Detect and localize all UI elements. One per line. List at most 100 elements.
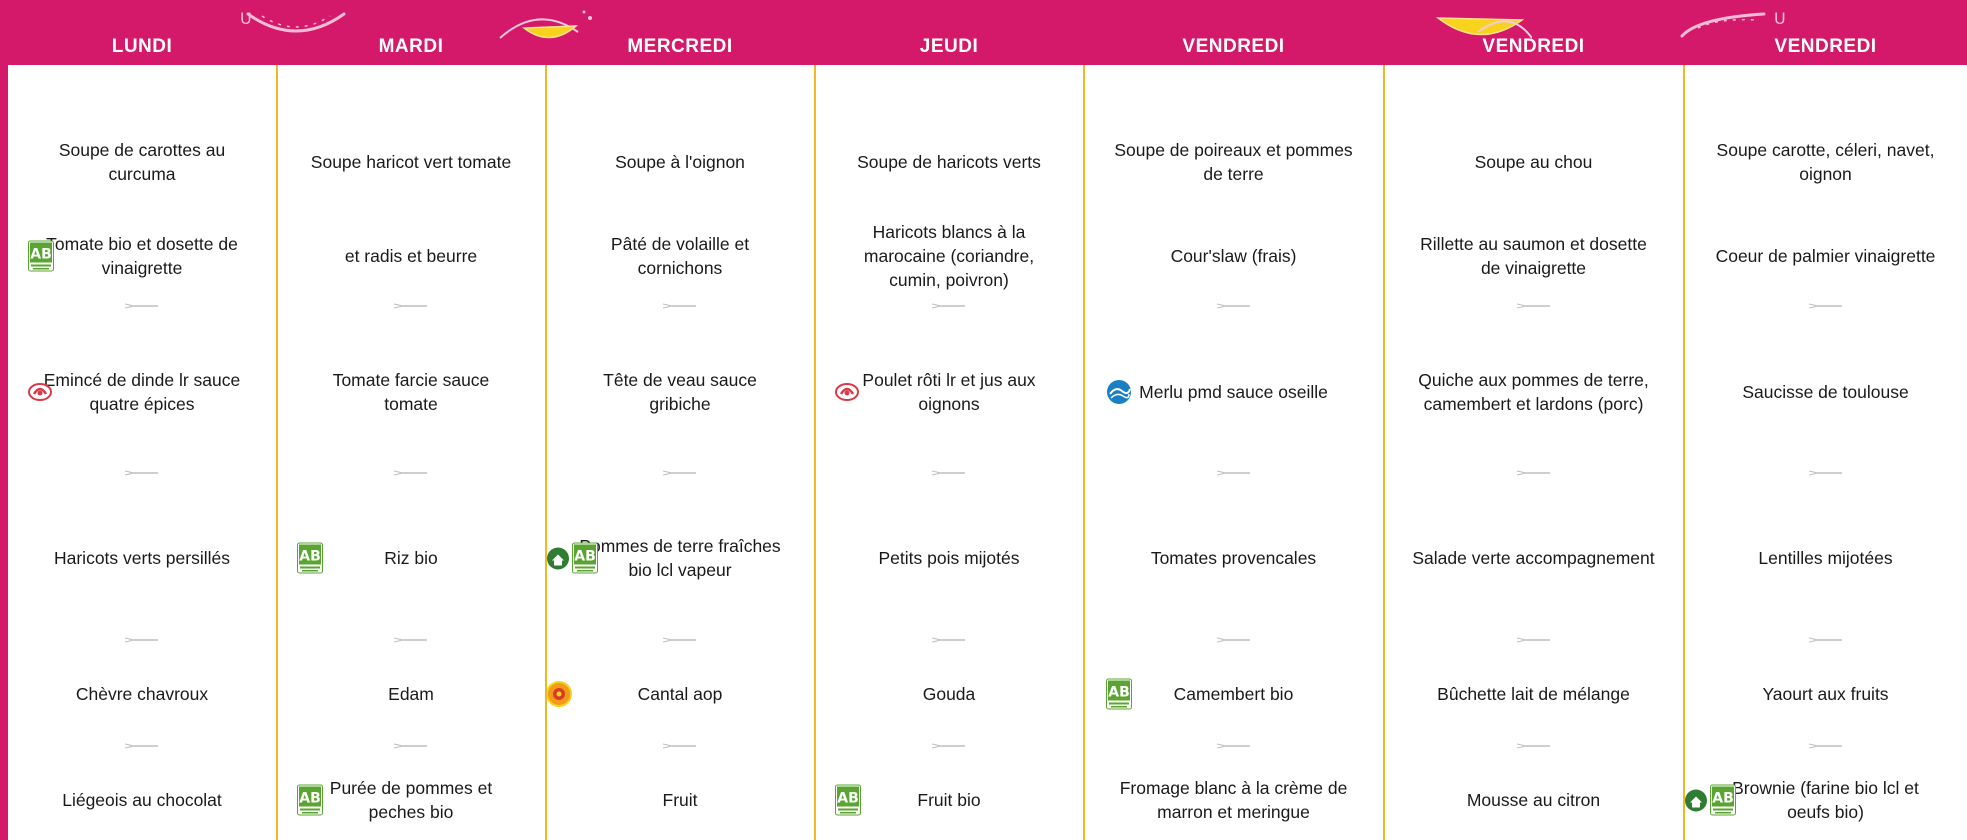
dish-item: Merlu pmd sauce oseille bbox=[1084, 352, 1383, 432]
dish-label: Soupe à l'oignon bbox=[615, 152, 745, 172]
dish-item: Soupe carotte, céleri, navet, oignon bbox=[1684, 122, 1967, 202]
dish-label: Pâté de volaille et cornichons bbox=[610, 234, 750, 278]
dish-item: Yaourt aux fruits bbox=[1684, 654, 1967, 734]
dish-item: Chèvre chavroux bbox=[8, 654, 276, 734]
svg-text:AB: AB bbox=[299, 791, 321, 807]
label-badges bbox=[1106, 379, 1132, 405]
ab-bio-icon: AB bbox=[28, 240, 54, 272]
label-badges: AB bbox=[1684, 784, 1736, 816]
dish-item: Camembert bio AB bbox=[1084, 654, 1383, 734]
cutlery-separator-icon bbox=[125, 637, 158, 643]
weekly-menu: U U LUNDI MARDI MERCREDI JEUDI VENDREDI VENDR… bbox=[0, 0, 1967, 840]
cutlery-separator-icon bbox=[1516, 637, 1550, 643]
dish-label: Soupe au chou bbox=[1474, 152, 1593, 172]
cutlery-separator-icon bbox=[125, 743, 158, 749]
cutlery-separator-icon bbox=[932, 303, 965, 309]
label-rouge-icon bbox=[28, 383, 52, 401]
day-header-vendredi: VENDREDI bbox=[1482, 36, 1585, 57]
day-header-mardi: MARDI bbox=[378, 36, 444, 57]
cutlery-separator-icon bbox=[1808, 743, 1842, 749]
svg-text:AB: AB bbox=[837, 791, 859, 807]
dish-item: Cour'slaw (frais) bbox=[1084, 216, 1383, 296]
dish-label: Cantal aop bbox=[637, 684, 723, 704]
dish-label: Fruit bbox=[662, 790, 698, 810]
cutlery-separator-icon bbox=[663, 743, 696, 749]
column-divider bbox=[1383, 65, 1385, 840]
cutlery-separator-icon bbox=[1216, 637, 1250, 643]
cutlery-separator-icon bbox=[125, 470, 158, 476]
label-badges: AB bbox=[1106, 678, 1132, 710]
ab-bio-icon: AB bbox=[1106, 678, 1132, 710]
dish-label: Petits pois mijotés bbox=[878, 548, 1020, 568]
day-header-vendredi: VENDREDI bbox=[1182, 36, 1285, 57]
dish-item: Soupe au chou bbox=[1384, 122, 1683, 202]
dish-label: Liégeois au chocolat bbox=[62, 790, 222, 810]
dish-label: Rillette au saumon et dosette de vinaigr… bbox=[1420, 234, 1647, 278]
label-badges: AB bbox=[835, 784, 861, 816]
dish-item: Rillette au saumon et dosette de vinaigr… bbox=[1384, 216, 1683, 296]
day-column: Soupe carotte, céleri, navet, oignon Coeu… bbox=[1684, 65, 1967, 840]
peche-durable-icon bbox=[1107, 380, 1131, 404]
dish-item: Soupe de haricots verts bbox=[815, 122, 1083, 202]
cutlery-separator-icon bbox=[1808, 470, 1842, 476]
day-header-lundi: LUNDI bbox=[111, 36, 173, 57]
day-column: Soupe de carottes au curcuma Tomate bio e… bbox=[8, 65, 276, 840]
dish-item: Soupe haricot vert tomate bbox=[277, 122, 545, 202]
dish-item: Fruit bio AB bbox=[815, 760, 1083, 840]
dish-label: Soupe carotte, céleri, navet, oignon bbox=[1716, 140, 1935, 184]
dish-item: Haricots blancs à la marocaine (coriandr… bbox=[815, 216, 1083, 296]
column-divider bbox=[814, 65, 816, 840]
day-column: Soupe de haricots verts Haricots blancs à… bbox=[815, 65, 1083, 840]
column-divider bbox=[1083, 65, 1085, 840]
ab-bio-icon: AB bbox=[572, 542, 598, 574]
day-column: Soupe haricot vert tomate et radis et beu… bbox=[277, 65, 545, 840]
dish-label: Riz bio bbox=[384, 548, 438, 568]
dish-label: Quiche aux pommes de terre, camembert et… bbox=[1418, 370, 1649, 414]
cutlery-separator-icon bbox=[663, 637, 696, 643]
cutlery-separator-icon bbox=[932, 637, 965, 643]
dish-item: Quiche aux pommes de terre, camembert et… bbox=[1384, 352, 1683, 432]
dish-item: Riz bio AB bbox=[277, 518, 545, 598]
dish-item: Soupe à l'oignon bbox=[546, 122, 814, 202]
dish-item: Pommes de terre fraîches bio lcl vapeur A… bbox=[546, 518, 814, 598]
label-badges: AB bbox=[28, 240, 54, 272]
cutlery-separator-icon bbox=[1808, 637, 1842, 643]
column-divider bbox=[276, 65, 278, 840]
label-badges: AB bbox=[297, 542, 323, 574]
dish-item: Soupe de carottes au curcuma bbox=[8, 122, 276, 202]
cutlery-separator-icon bbox=[1216, 470, 1250, 476]
dish-label: Soupe de carottes au curcuma bbox=[58, 140, 226, 184]
dish-label: Tomate farcie sauce tomate bbox=[332, 370, 490, 414]
dish-label: Gouda bbox=[922, 684, 976, 704]
dish-label: Yaourt aux fruits bbox=[1762, 684, 1889, 704]
svg-text:AB: AB bbox=[574, 549, 596, 565]
dish-item: Purée de pommes et peches bio AB bbox=[277, 760, 545, 840]
ab-bio-icon: AB bbox=[297, 784, 323, 816]
dish-label: Edam bbox=[388, 684, 434, 704]
cutlery-separator-icon bbox=[1808, 303, 1842, 309]
dish-label: Merlu pmd sauce oseille bbox=[1139, 382, 1328, 402]
cutlery-separator-icon bbox=[1516, 303, 1550, 309]
dish-label: Tête de veau sauce gribiche bbox=[603, 370, 757, 414]
dish-item: Tomates provencales bbox=[1084, 518, 1383, 598]
svg-text:U: U bbox=[1774, 9, 1786, 28]
svg-text:AB: AB bbox=[299, 549, 321, 565]
label-badges bbox=[835, 382, 859, 402]
dish-item: Brownie (farine bio lcl et oeufs bio) AB bbox=[1684, 760, 1967, 840]
cutlery-separator-icon bbox=[932, 470, 965, 476]
dish-item: Mousse au citron bbox=[1384, 760, 1683, 840]
dish-label: Mousse au citron bbox=[1466, 790, 1601, 810]
cutlery-separator-icon bbox=[394, 303, 427, 309]
day-column: Soupe à l'oignon Pâté de volaille et corn… bbox=[546, 65, 814, 840]
cutlery-separator-icon bbox=[394, 637, 427, 643]
dish-label: Saucisse de toulouse bbox=[1742, 382, 1909, 402]
label-badges: AB bbox=[546, 542, 598, 574]
day-header-jeudi: JEUDI bbox=[919, 36, 979, 57]
dish-label: Fruit bio bbox=[917, 790, 981, 810]
dish-item: Tomate bio et dosette de vinaigrette AB bbox=[8, 216, 276, 296]
left-decorative-strip bbox=[0, 0, 8, 840]
dish-item: Poulet rôti lr et jus aux oignons bbox=[815, 352, 1083, 432]
dish-label: Tomates provencales bbox=[1150, 548, 1317, 568]
local-farm-icon bbox=[547, 547, 569, 569]
label-badges bbox=[546, 681, 572, 707]
